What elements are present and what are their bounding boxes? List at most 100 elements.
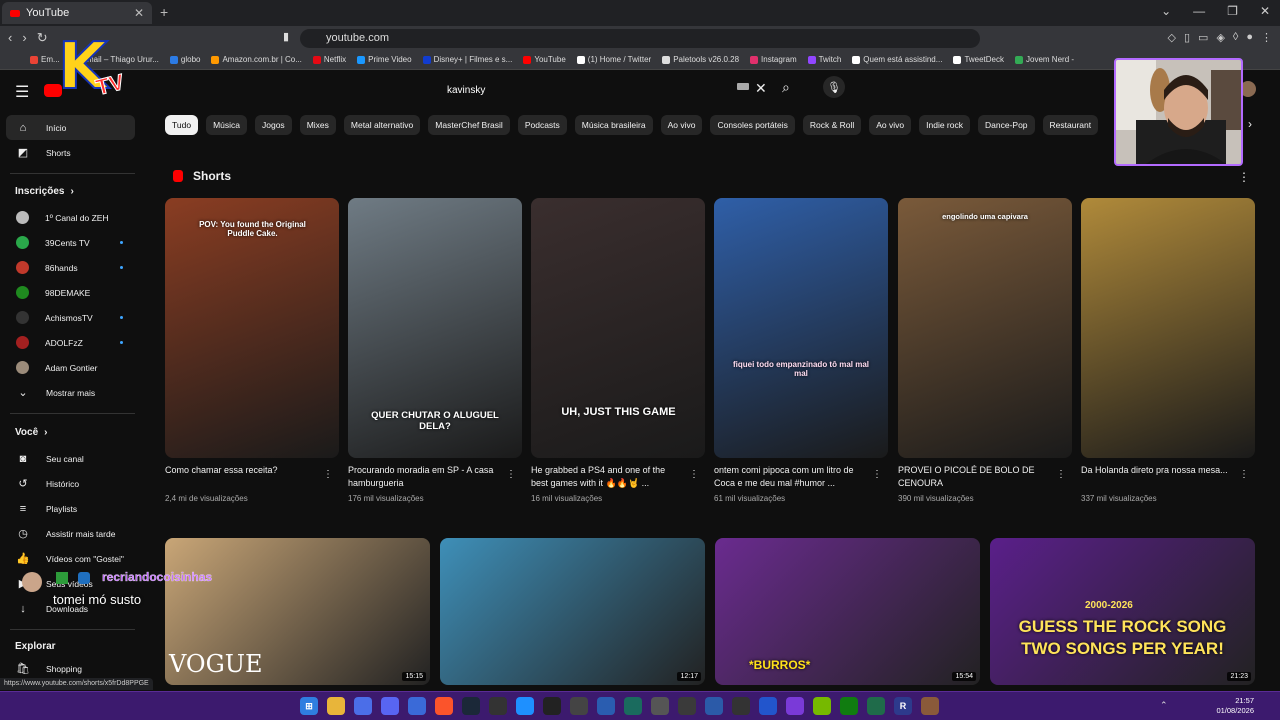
app-icon-16[interactable] — [921, 697, 939, 715]
more-options-icon[interactable]: ⋮ — [323, 469, 333, 480]
menu-icon[interactable]: ☰ — [15, 82, 29, 102]
bookmark-item[interactable]: Jovem Nerd - — [1015, 55, 1074, 64]
bookmark-item[interactable]: (1) Home / Twitter — [576, 55, 651, 64]
video-thumbnail[interactable]: *BURROS* 15:54 — [715, 538, 980, 685]
app-icon-10[interactable] — [705, 697, 723, 715]
translate-icon[interactable]: ◈ — [1216, 31, 1224, 44]
reload-icon[interactable]: ↻ — [37, 30, 48, 46]
short-thumbnail[interactable]: UH, JUST THIS GAME — [531, 198, 705, 458]
app-icon-6[interactable] — [597, 697, 615, 715]
filter-chip[interactable]: Indie rock — [919, 115, 970, 135]
short-title[interactable]: He grabbed a PS4 and one of the best gam… — [531, 464, 681, 490]
more-options-icon[interactable]: ⋮ — [1239, 469, 1249, 480]
app-icon-3[interactable] — [489, 697, 507, 715]
bookmark-item[interactable]: YouTube — [523, 55, 566, 64]
tab-search-icon[interactable]: ⌄ — [1161, 4, 1171, 18]
sidebar-item-subscription[interactable]: 1º Canal do ZEH — [6, 205, 135, 230]
forward-icon[interactable]: › — [22, 30, 26, 46]
bookmark-item[interactable]: Netflix — [312, 55, 346, 64]
chrome-icon[interactable] — [570, 697, 588, 715]
app-icon-13[interactable] — [786, 697, 804, 715]
extension-icon[interactable]: ◇ — [1168, 31, 1176, 44]
sidebar-item-subscription[interactable]: 98DEMAKE — [6, 280, 135, 305]
sidebar-item-subscription[interactable]: Adam Gontier — [6, 355, 135, 380]
bookmark-icon[interactable]: ▮ — [283, 30, 289, 43]
short-card[interactable]: QUER CHUTAR O ALUGUEL DELA? Procurando mo… — [348, 198, 522, 503]
sidebar-item[interactable]: ⌂ Início — [6, 115, 135, 140]
app-icon-9[interactable] — [678, 697, 696, 715]
short-title[interactable]: Da Holanda direto pra nossa mesa... — [1081, 464, 1231, 477]
filter-chip[interactable]: Consoles portáteis — [710, 115, 795, 135]
address-bar[interactable]: youtube.com — [300, 29, 980, 48]
subscriptions-heading[interactable]: Inscrições › — [15, 186, 74, 197]
browser-menu-icon[interactable]: ⋮ — [1261, 31, 1272, 44]
app-icon-12[interactable] — [759, 697, 777, 715]
brave-icon[interactable] — [435, 697, 453, 715]
discord-icon[interactable] — [381, 697, 399, 715]
sidebar-item[interactable]: ◷ Assistir mais tarde — [6, 521, 135, 546]
nvidia-icon[interactable] — [813, 697, 831, 715]
maximize-icon[interactable]: ❐ — [1227, 4, 1238, 18]
bookmark-item[interactable]: Prime Video — [357, 55, 412, 64]
app-icon-7[interactable] — [624, 697, 642, 715]
short-title[interactable]: ontem comi pipoca com um litro de Coca e… — [714, 464, 864, 490]
sidebar-item-subscription[interactable]: AchismosTV — [6, 305, 135, 330]
close-window-icon[interactable]: ✕ — [1260, 4, 1270, 18]
sidebar-item-subscription[interactable]: 39Cents TV — [6, 230, 135, 255]
bookmark-item[interactable]: Disney+ | Filmes e s... — [422, 55, 512, 64]
wallet-icon[interactable]: ▭ — [1198, 31, 1208, 44]
short-thumbnail[interactable] — [1081, 198, 1255, 458]
sidebar-item-subscription[interactable]: ADOLFzZ — [6, 330, 135, 355]
short-thumbnail[interactable]: POV: You found the Original Puddle Cake. — [165, 198, 339, 458]
you-heading[interactable]: Você › — [15, 427, 48, 438]
app-icon-11[interactable] — [732, 697, 750, 715]
short-card[interactable]: POV: You found the Original Puddle Cake.… — [165, 198, 339, 503]
new-tab-icon[interactable]: + — [160, 4, 168, 20]
browser-tab[interactable]: YouTube ✕ — [2, 2, 152, 24]
filter-chip[interactable]: Podcasts — [517, 115, 567, 135]
bookmark-item[interactable]: Instagram — [750, 55, 797, 64]
filter-chip[interactable]: Ao vivo — [869, 115, 912, 135]
app-icon-15[interactable]: R — [894, 697, 912, 715]
filter-chip[interactable]: Rock & Roll — [802, 115, 862, 135]
more-options-icon[interactable]: ⋮ — [1056, 469, 1066, 480]
short-title[interactable]: Como chamar essa receita? — [165, 464, 315, 477]
bookmark-item[interactable]: Quem está assistind... — [852, 55, 942, 64]
bookmark-item[interactable]: globo — [169, 55, 200, 64]
filter-chip[interactable]: MasterChef Brasil — [428, 115, 510, 135]
filter-chip[interactable]: Ao vivo — [660, 115, 703, 135]
short-thumbnail[interactable]: fiquei todo empanzinado tô mal mal mal — [714, 198, 888, 458]
clock[interactable]: 21:57 01/08/2026 — [1214, 696, 1254, 716]
filter-chip[interactable]: Dance-Pop — [978, 115, 1035, 135]
microphone-icon[interactable]: 🎙 — [823, 76, 845, 98]
shield-icon[interactable]: ◊ — [1233, 31, 1238, 44]
app-icon-1[interactable] — [354, 697, 372, 715]
bookmark-item[interactable]: Paletools v26.0.28 — [662, 55, 739, 64]
video-thumbnail[interactable]: 2000-2026 GUESS THE ROCK SONG TWO SONGS P… — [990, 538, 1255, 685]
filter-chip[interactable]: Restaurant — [1042, 115, 1099, 135]
filter-chip[interactable]: Jogos — [255, 115, 292, 135]
filter-chip[interactable]: Música brasileira — [574, 115, 653, 135]
app-icon-14[interactable] — [867, 697, 885, 715]
sidebar-item[interactable]: ↺ Histórico — [6, 471, 135, 496]
show-more-button[interactable]: ⌄ Mostrar mais — [6, 380, 135, 405]
sidebar-item[interactable]: ≡ Playlists — [6, 496, 135, 521]
app-icon-4[interactable] — [516, 697, 534, 715]
sidebar-icon[interactable]: ▯ — [1184, 31, 1190, 44]
short-title[interactable]: Procurando moradia em SP - A casa hambur… — [348, 464, 498, 490]
profile-icon[interactable]: ● — [1246, 31, 1253, 44]
short-card[interactable]: engolindo uma capivara PROVEI O PICOLÉ DE… — [898, 198, 1072, 503]
more-options-icon[interactable]: ⋮ — [506, 469, 516, 480]
steam-icon[interactable] — [462, 697, 480, 715]
keyboard-icon[interactable] — [737, 83, 749, 90]
filter-chip[interactable]: Metal alternativo — [343, 115, 421, 135]
filter-chip[interactable]: Tudo — [165, 115, 199, 135]
short-thumbnail[interactable]: QUER CHUTAR O ALUGUEL DELA? — [348, 198, 522, 458]
back-icon[interactable]: ‹ — [8, 30, 12, 46]
more-options-icon[interactable]: ⋮ — [689, 469, 699, 480]
filter-chip[interactable]: Mixes — [299, 115, 336, 135]
filter-chip[interactable]: Música — [206, 115, 247, 135]
xbox-icon[interactable] — [840, 697, 858, 715]
windows-start-icon[interactable]: ⊞ — [300, 697, 318, 715]
short-card[interactable]: Da Holanda direto pra nossa mesa... 337 m… — [1081, 198, 1255, 503]
